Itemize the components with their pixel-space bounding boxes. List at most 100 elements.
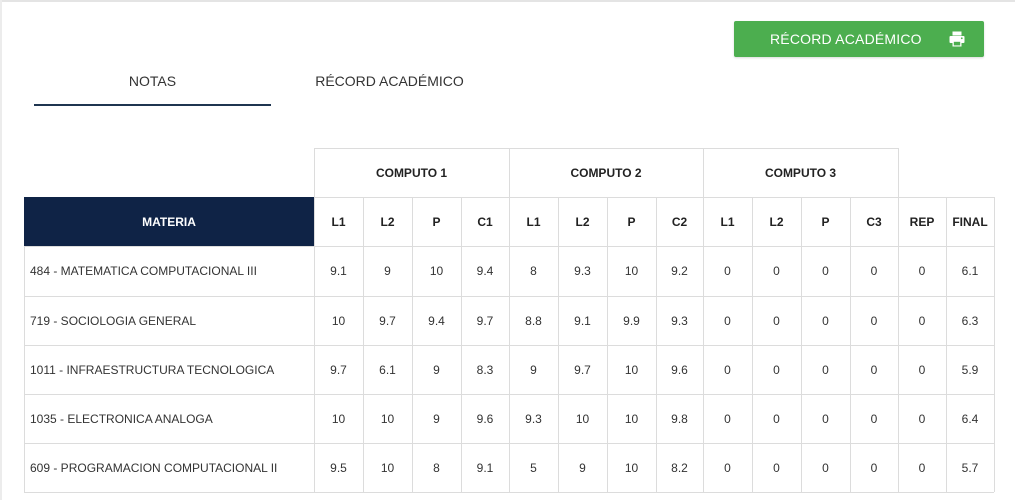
grade-cell: 8.8 [525, 313, 542, 328]
grade-cell: 5 [530, 460, 537, 475]
grid-line-v [24, 246, 25, 492]
grid-line-v [946, 197, 947, 492]
grade-cell: 8.3 [476, 362, 494, 377]
tabs-bar: NOTAS RÉCORD ACADÉMICO [34, 60, 474, 106]
column-header: C3 [866, 214, 882, 229]
grade-cell: 0 [773, 362, 780, 377]
grid-line-v [314, 197, 315, 492]
grid-line-v [363, 197, 364, 492]
grade-cell: 8 [433, 460, 440, 475]
column-header: L1 [331, 214, 346, 229]
grade-cell: 0 [870, 411, 878, 426]
grade-cell: 0 [773, 411, 780, 426]
grade-cell: 9.2 [671, 264, 688, 278]
grade-cell: 9.6 [476, 411, 494, 426]
grade-cell: 9 [579, 460, 586, 475]
column-header: L2 [380, 214, 395, 229]
column-header: L1 [720, 214, 735, 229]
grade-cell: 9.7 [476, 313, 494, 328]
subject-name: 719 - SOCIOLOGIA GENERAL [30, 313, 197, 328]
frame-top-border [0, 0, 1015, 2]
grade-cell: 9.4 [476, 264, 494, 278]
grade-cell: 0 [822, 264, 829, 278]
group-header-computo-1: COMPUTO 1 [375, 165, 448, 180]
grade-cell: 10 [331, 411, 346, 426]
grade-cell: 0 [724, 362, 731, 377]
grade-cell: 8 [530, 264, 537, 278]
grade-cell: 10 [624, 411, 639, 426]
grid-line-v [898, 148, 899, 197]
grade-cell: 9.6 [671, 362, 688, 377]
grade-cell: 0 [724, 264, 731, 278]
grade-cell: 9.4 [428, 313, 445, 328]
grade-cell: 9 [530, 362, 537, 377]
frame-left-border [0, 0, 2, 500]
grade-cell: 9.5 [330, 460, 347, 475]
grid-line-h [24, 492, 994, 493]
grade-cell: 10 [380, 411, 395, 426]
grade-cell: 10 [624, 362, 639, 377]
grade-cell: 9.1 [330, 264, 347, 278]
grade-cell: 5.9 [961, 362, 979, 377]
grade-cell: 0 [773, 460, 780, 475]
grid-line-v [509, 148, 510, 197]
grade-cell: 0 [918, 264, 926, 278]
subject-name: 1035 - ELECTRONICA ANALOGA [30, 411, 213, 426]
subject-name: 1011 - INFRAESTRUCTURA TECNOLOGICA [30, 362, 275, 377]
grade-cell: 9.7 [379, 313, 396, 328]
grade-cell: 9.3 [525, 411, 542, 426]
grid-line-v [850, 197, 851, 492]
grade-cell: 10 [380, 460, 395, 475]
group-header-computo-3: COMPUTO 3 [764, 165, 837, 180]
grid-line-v [752, 197, 753, 492]
grade-cell: 0 [724, 313, 731, 328]
grade-cell: 9.9 [623, 313, 640, 328]
subject-name: 609 - PROGRAMACION COMPUTACIONAL II [30, 460, 278, 475]
grade-cell: 9.7 [574, 362, 591, 377]
grade-cell: 10 [575, 411, 590, 426]
grade-cell: 0 [918, 362, 926, 377]
grade-cell: 9.1 [476, 460, 494, 475]
column-header: REP [909, 214, 935, 229]
grid-line-v [994, 197, 995, 492]
materia-column-header: MATERIA [24, 197, 314, 246]
grade-cell: 9 [384, 264, 391, 278]
grade-cell: 9 [433, 362, 440, 377]
grid-line-v [314, 148, 315, 197]
column-header: P [627, 214, 636, 229]
grade-cell: 6.1 [961, 264, 979, 278]
grid-line-v [412, 197, 413, 492]
printer-icon [949, 31, 965, 47]
grade-cell: 8.2 [671, 460, 688, 475]
grade-cell: 0 [822, 460, 829, 475]
grid-line-v [656, 197, 657, 492]
group-header-computo-2: COMPUTO 2 [570, 165, 642, 180]
grid-line-v [558, 197, 559, 492]
grid-line-v [509, 197, 510, 492]
grade-cell: 10 [624, 460, 639, 475]
grade-cell: 0 [918, 460, 926, 475]
grade-cell: 9.1 [574, 313, 591, 328]
column-header: P [821, 214, 830, 229]
grade-cell: 0 [724, 411, 731, 426]
grade-cell: 0 [822, 313, 829, 328]
grade-cell: 0 [870, 264, 878, 278]
grade-cell: 6.1 [379, 362, 396, 377]
grade-cell: 9.7 [330, 362, 347, 377]
print-record-button-label: RÉCORD ACADÉMICO [770, 31, 922, 47]
grid-line-v [801, 197, 802, 492]
print-record-button[interactable]: RÉCORD ACADÉMICO [734, 21, 984, 57]
grade-cell: 10 [429, 264, 444, 278]
column-header: L2 [575, 214, 590, 229]
grade-cell: 0 [822, 362, 829, 377]
grid-line-h [314, 148, 898, 149]
tab-record-academico[interactable]: RÉCORD ACADÉMICO [271, 60, 508, 104]
grade-cell: 5.7 [961, 460, 979, 475]
grade-cell: 0 [870, 460, 878, 475]
grade-cell: 0 [918, 411, 926, 426]
tab-notas[interactable]: NOTAS [34, 60, 271, 106]
grade-cell: 0 [724, 460, 731, 475]
column-header: C2 [671, 214, 688, 229]
grid-line-v [703, 148, 704, 197]
grid-line-h [314, 197, 994, 198]
